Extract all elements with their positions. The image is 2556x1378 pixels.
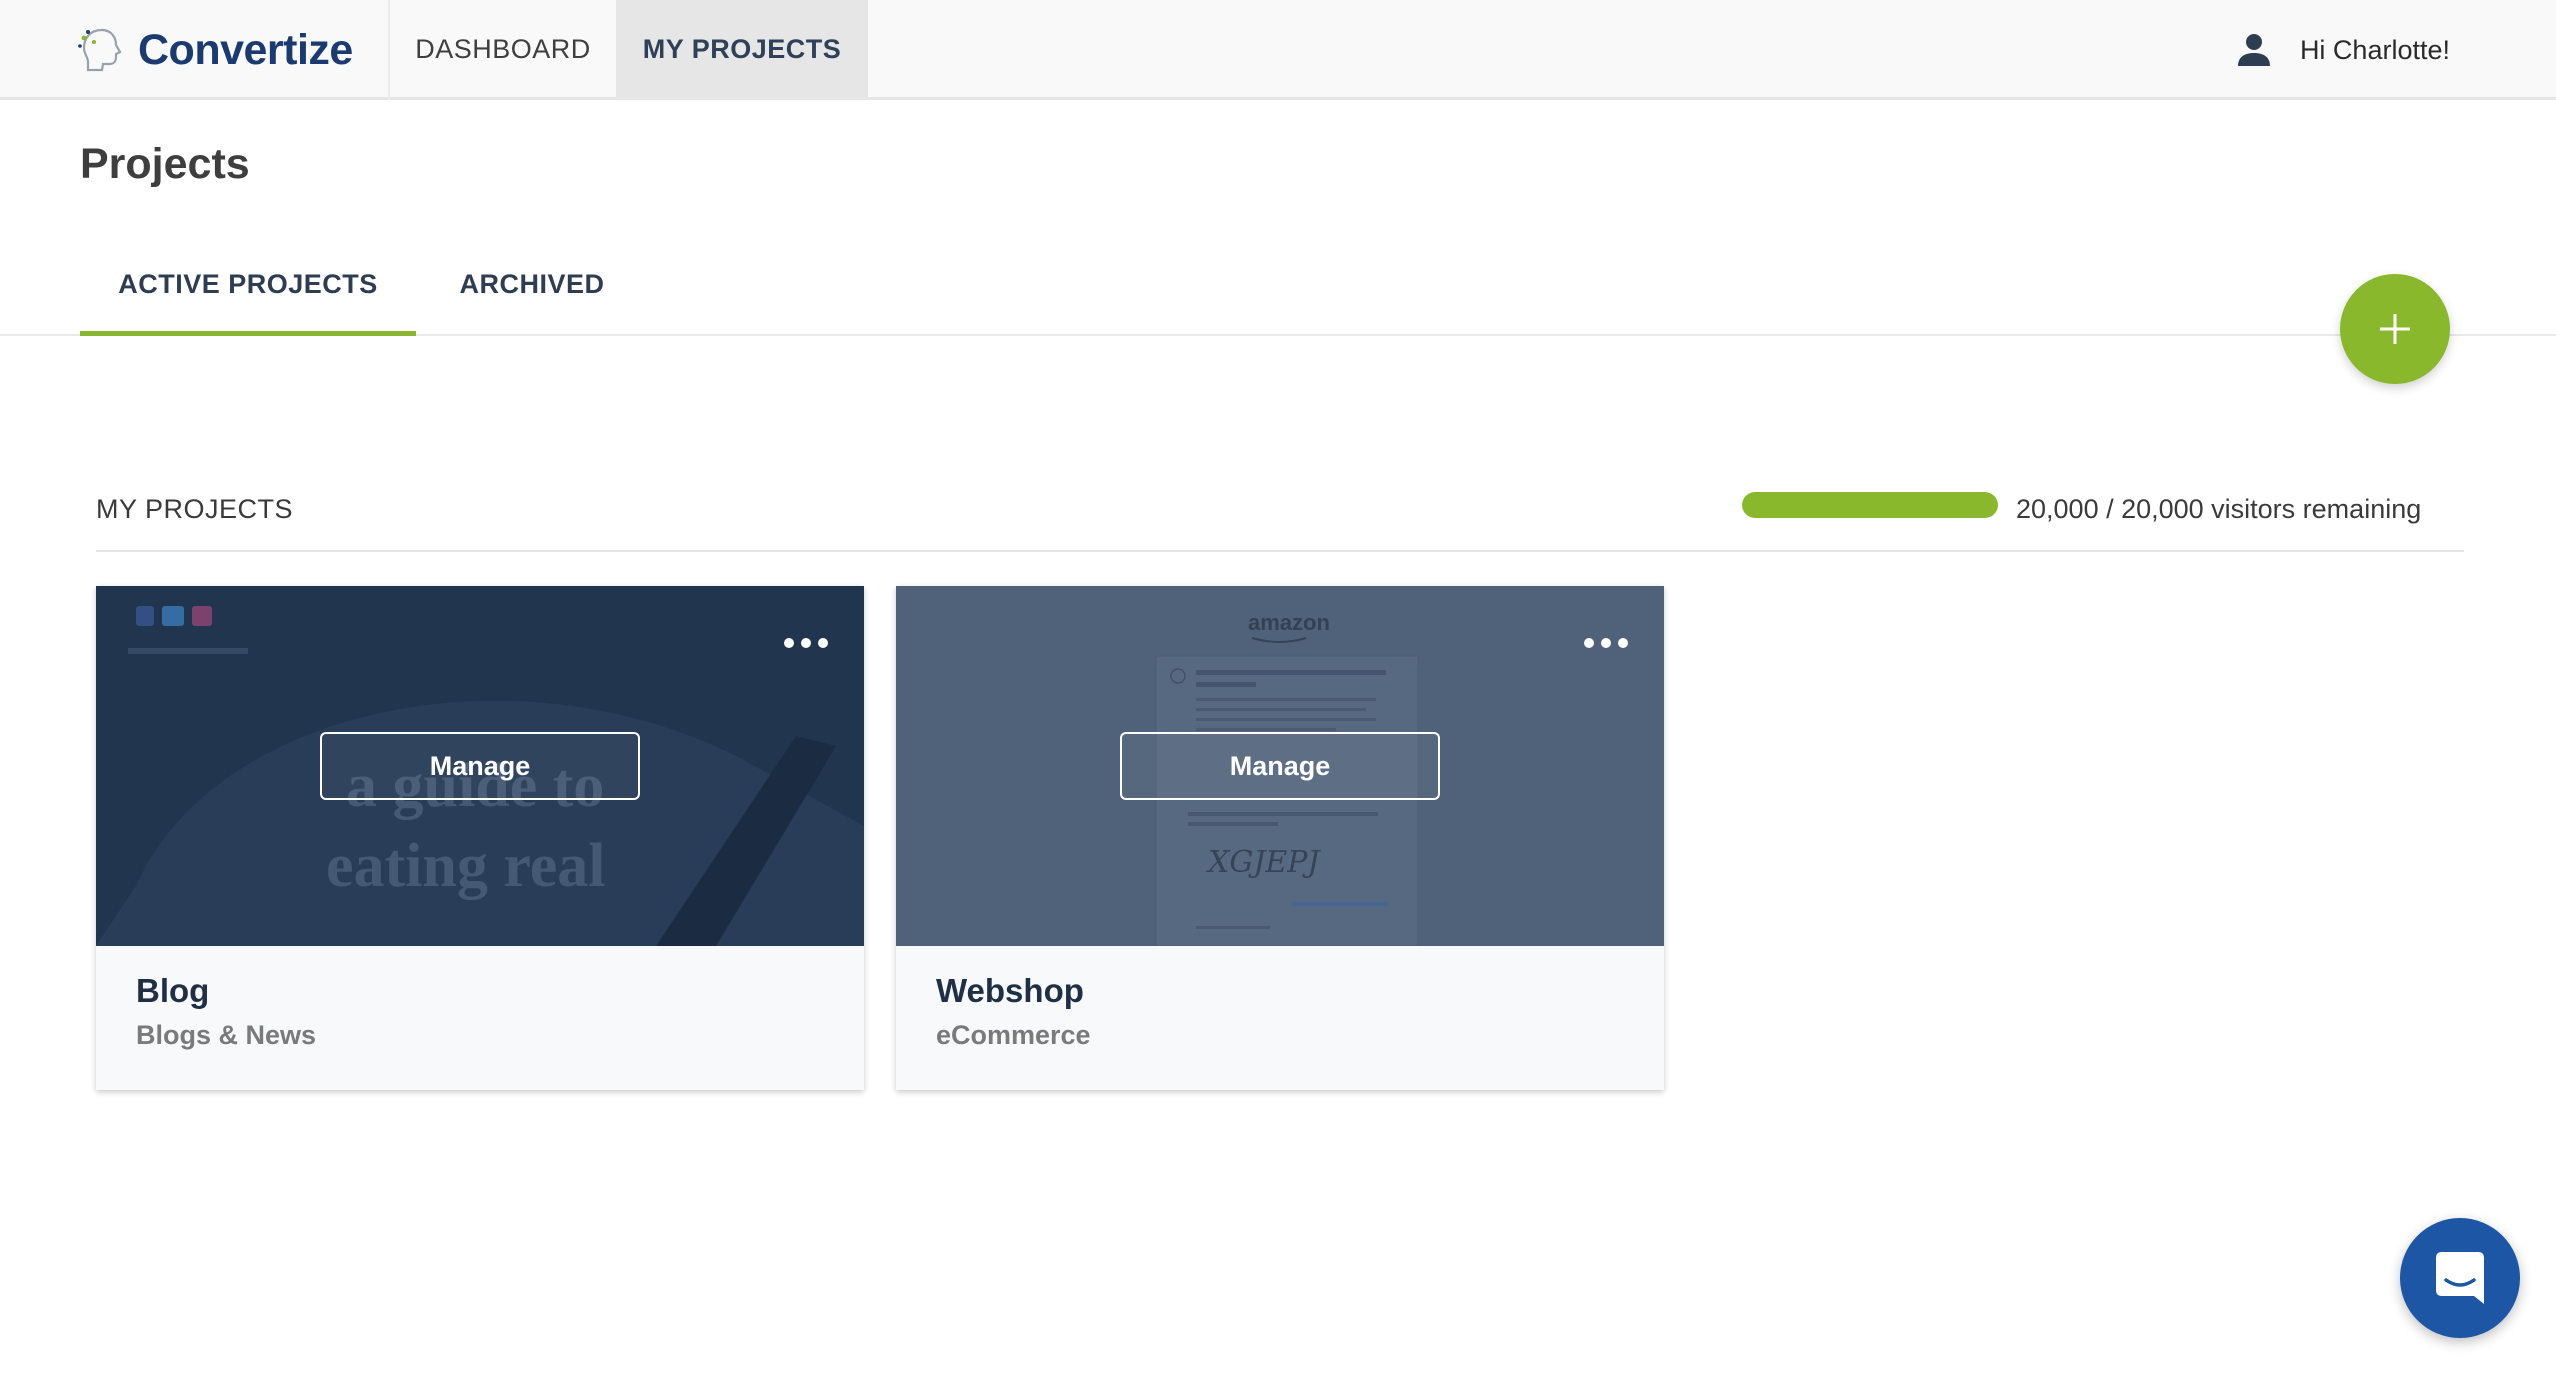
nav-my-projects[interactable]: MY PROJECTS xyxy=(616,0,868,100)
more-dots-icon[interactable] xyxy=(1584,636,1628,650)
nav-dashboard[interactable]: DASHBOARD xyxy=(390,0,616,100)
more-dots-icon[interactable] xyxy=(784,636,828,650)
section-divider xyxy=(96,550,2464,552)
chat-launcher-button[interactable] xyxy=(2400,1218,2520,1338)
project-thumbnail: amazon XGJEPJ Manage xyxy=(896,586,1664,946)
brand-name: Convertize xyxy=(138,25,353,74)
thumbnail-captcha-text: XGJEPJ xyxy=(1206,845,1321,880)
thumbnail-heading-line2: eating real xyxy=(326,832,606,900)
tab-archived[interactable]: ARCHIVED xyxy=(440,254,624,336)
user-greeting: Hi Charlotte! xyxy=(2299,34,2450,65)
project-title[interactable]: Blog xyxy=(136,972,209,1010)
project-category: eCommerce xyxy=(936,1020,1091,1050)
visitor-quota-fill xyxy=(1742,492,1998,518)
add-project-button[interactable] xyxy=(2340,274,2450,384)
manage-button[interactable]: Manage xyxy=(320,732,640,800)
thumbnail-amazon-logo: amazon xyxy=(1248,610,1330,635)
convertize-logo-icon xyxy=(78,28,122,72)
top-navigation: Convertize DASHBOARD MY PROJECTS Hi Char… xyxy=(0,0,2556,100)
project-category: Blogs & News xyxy=(136,1020,317,1050)
page-title: Projects xyxy=(80,140,250,188)
visitor-quota-bar xyxy=(1742,492,1998,518)
manage-button[interactable]: Manage xyxy=(1120,732,1440,800)
plus-icon xyxy=(2380,314,2410,344)
visitor-quota-text: 20,000 / 20,000 visitors remaining xyxy=(2016,494,2422,524)
section-title: MY PROJECTS xyxy=(96,494,294,524)
user-icon xyxy=(2237,34,2270,66)
project-card-blog[interactable]: a guide to eating real Manage Blog Blogs… xyxy=(96,586,864,1090)
chat-icon xyxy=(2436,1252,2484,1304)
tab-active-projects[interactable]: ACTIVE PROJECTS xyxy=(80,254,416,336)
project-title[interactable]: Webshop xyxy=(936,972,1084,1010)
project-thumbnail: a guide to eating real Manage xyxy=(96,586,864,946)
user-menu[interactable]: Hi Charlotte! xyxy=(2234,24,2450,76)
project-tabs: ACTIVE PROJECTS ARCHIVED xyxy=(0,254,2556,336)
brand-logo[interactable]: Convertize xyxy=(76,22,353,78)
project-card-webshop[interactable]: amazon XGJEPJ Manage Webshop eCommerce xyxy=(896,586,1664,1090)
